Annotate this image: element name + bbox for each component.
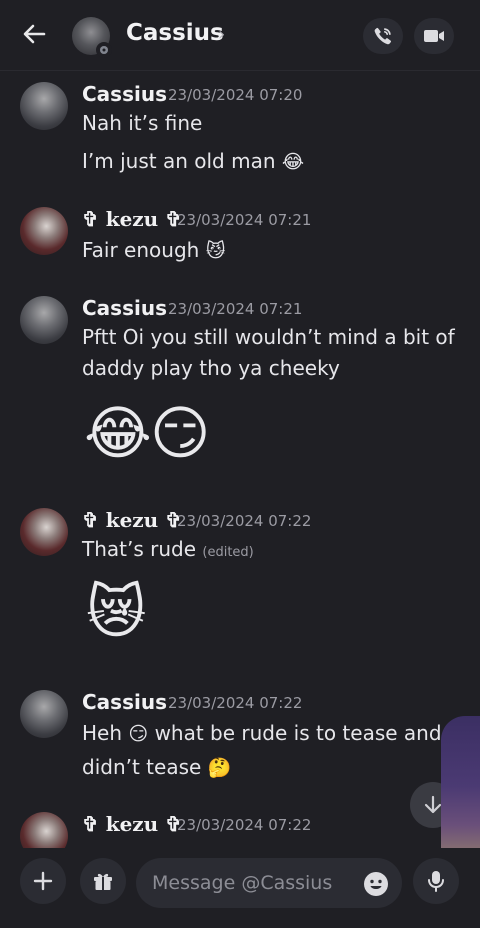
message-text-part: Heh — [82, 721, 123, 745]
avatar[interactable] — [20, 296, 68, 344]
contact-name[interactable]: Cassius — [126, 20, 224, 46]
video-camera-icon — [424, 30, 444, 42]
message-text: That’s rude (edited) — [82, 534, 254, 568]
chat-header: Cassius › — [0, 0, 480, 71]
message-text: didn’t tease 🤔 — [82, 752, 231, 784]
message-text: Fair enough 😼 — [82, 235, 226, 267]
message-text-part: Fair enough — [82, 238, 200, 262]
phone-icon — [374, 27, 392, 45]
message-text-part: didn’t tease — [82, 755, 202, 779]
avatar[interactable] — [20, 82, 68, 130]
message-text: Nah it’s fine — [82, 111, 203, 135]
timestamp: 23/03/2024 07:21 — [177, 211, 312, 229]
voice-message-button[interactable] — [413, 858, 459, 904]
edited-label: (edited) — [202, 545, 254, 560]
message-text: Pftt Oi you still wouldn’t mind a bit of — [82, 325, 455, 349]
avatar[interactable] — [20, 690, 68, 738]
offline-status-icon — [96, 42, 112, 58]
timestamp: 23/03/2024 07:22 — [177, 512, 312, 530]
avatar[interactable] — [20, 207, 68, 255]
back-button[interactable] — [20, 20, 60, 54]
cat-emoji-icon: 😼 — [205, 240, 226, 262]
message-text-part: That’s rude — [82, 537, 197, 561]
author-name[interactable]: ✞ kezu ✞ — [82, 508, 182, 532]
chevron-right-icon[interactable]: › — [218, 24, 225, 45]
message-text-part: what be rude is to tease and I — [154, 721, 454, 745]
message-text: daddy play tho ya cheeky — [82, 356, 340, 380]
laughing-emoji-icon: 😂 — [281, 151, 305, 173]
message-text-part: I’m just an old man — [82, 149, 276, 173]
emoji-picker-button[interactable] — [362, 870, 390, 898]
author-name[interactable]: Cassius — [82, 690, 167, 714]
message-text: I’m just an old man 😂 — [82, 146, 304, 178]
video-call-button[interactable] — [414, 18, 454, 54]
timestamp: 23/03/2024 07:20 — [168, 86, 303, 104]
laughing-emoji-icon: 😂 — [84, 399, 152, 467]
gift-icon — [94, 873, 112, 890]
timestamp: 23/03/2024 07:22 — [177, 816, 312, 834]
voice-call-button[interactable] — [363, 18, 403, 54]
microphone-icon — [428, 871, 444, 892]
smirk-emoji-icon: 😏 — [128, 723, 149, 745]
author-name[interactable]: Cassius — [82, 82, 167, 106]
avatar[interactable] — [20, 812, 68, 848]
plus-icon — [33, 871, 53, 891]
author-name[interactable]: Cassius — [82, 296, 167, 320]
author-name[interactable]: ✞ kezu ✞ — [82, 812, 182, 836]
smirk-emoji-icon: 😏 — [150, 399, 211, 467]
smiley-icon — [364, 872, 388, 896]
timestamp: 23/03/2024 07:21 — [168, 300, 303, 318]
attach-button[interactable] — [20, 858, 66, 904]
message-text: Heh 😏 what be rude is to tease and I — [82, 718, 454, 750]
avatar[interactable] — [20, 508, 68, 556]
crying-cat-emoji-icon: 😿 — [86, 578, 147, 646]
arrow-left-icon — [23, 24, 46, 44]
message-composer — [0, 848, 480, 928]
thinking-emoji-icon: 🤔 — [207, 757, 232, 779]
author-name[interactable]: ✞ kezu ✞ — [82, 207, 182, 231]
message-list[interactable]: Cassius 23/03/2024 07:20 Nah it’s fine I… — [0, 70, 480, 848]
gift-button[interactable] — [80, 858, 126, 904]
timestamp: 23/03/2024 07:22 — [168, 694, 303, 712]
